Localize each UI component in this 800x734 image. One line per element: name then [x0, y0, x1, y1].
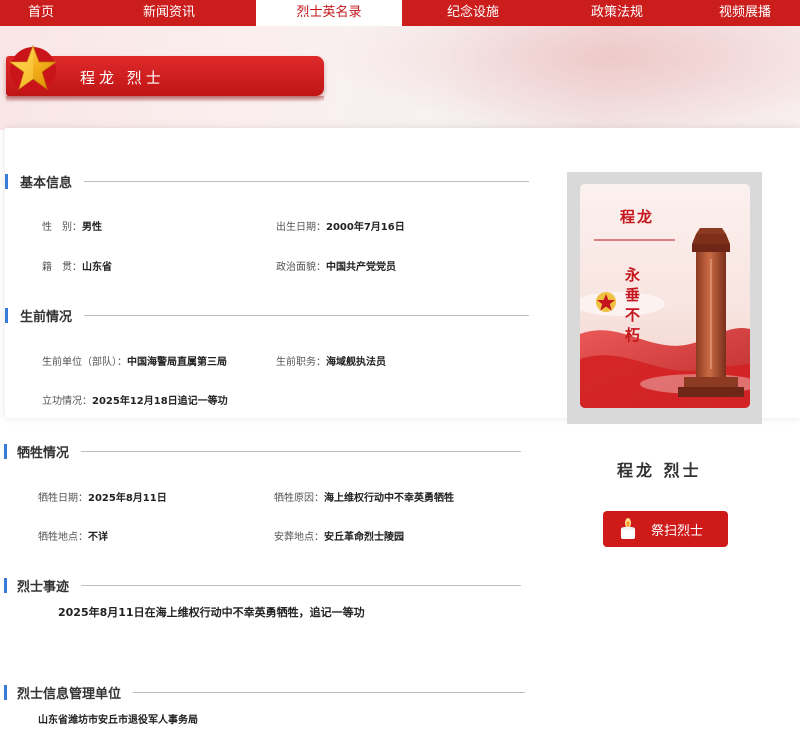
nav-home[interactable]: 首页 — [0, 0, 82, 26]
field-sacrifice-place: 牺牲地点：不详 — [38, 528, 108, 543]
field-gender: 性 别：男性 — [42, 218, 102, 233]
banner-background-wash — [330, 26, 800, 130]
field-value: 海上维权行动中不幸英勇牺牲 — [324, 493, 454, 504]
section-marker — [5, 174, 8, 189]
field-value: 不详 — [88, 532, 108, 543]
martyr-name: 程龙 烈士 — [617, 461, 702, 480]
tribute-button[interactable]: 祭扫烈士 — [603, 511, 728, 547]
photo-motto-1: 永 — [625, 266, 641, 284]
section-title: 生前情况 — [20, 310, 73, 325]
nav-martyrs-list[interactable]: 烈士英名录 — [256, 0, 402, 26]
field-birth-date: 出生日期：2000年7月16日 — [276, 218, 405, 233]
section-title: 烈士事迹 — [17, 580, 70, 595]
photo-name: 程龙 — [620, 208, 655, 226]
field-native-place: 籍 贯：山东省 — [42, 258, 112, 273]
nav-memorial-facilities[interactable]: 纪念设施 — [402, 0, 544, 26]
field-position: 生前职务：海域舰执法员 — [276, 353, 386, 368]
field-label: 政治面貌： — [276, 262, 326, 273]
field-political-status: 政治面貌：中国共产党党员 — [276, 258, 396, 273]
nav-news[interactable]: 新闻资讯 — [82, 0, 256, 26]
field-label: 生前单位（部队）： — [42, 357, 127, 368]
photo-motto-2: 垂 — [625, 286, 641, 304]
field-value: 海域舰执法员 — [326, 357, 386, 368]
tribute-button-label: 祭扫烈士 — [651, 523, 704, 539]
field-unit: 生前单位（部队）：中国海警局直属第三局 — [42, 353, 227, 368]
section-marker — [4, 685, 7, 700]
candle-icon — [621, 518, 635, 539]
section-life-before: 生前情况 — [5, 306, 530, 325]
field-value: 男性 — [82, 222, 102, 233]
field-merit: 立功情况：2025年12月18日追记一等功 — [42, 392, 228, 407]
field-label: 立功情况： — [42, 396, 92, 407]
field-sacrifice-cause: 牺牲原因：海上维权行动中不幸英勇牺牲 — [274, 489, 454, 504]
field-value: 中国海警局直属第三局 — [127, 357, 227, 368]
field-label: 牺牲地点： — [38, 532, 88, 543]
section-divider — [133, 692, 526, 693]
section-marker — [5, 308, 8, 323]
section-sacrifice: 牺牲情况 — [4, 442, 522, 461]
header-banner: 程龙 烈士 — [0, 26, 800, 130]
field-value: 安丘革命烈士陵园 — [324, 532, 404, 543]
section-marker — [4, 578, 7, 593]
section-management: 烈士信息管理单位 — [4, 683, 526, 702]
nav-policies[interactable]: 政策法规 — [544, 0, 690, 26]
martyr-photo: 程龙 永 垂 不 朽 — [580, 184, 750, 408]
section-divider — [84, 181, 530, 182]
field-label: 籍 贯： — [42, 262, 82, 273]
field-label: 生前职务： — [276, 357, 326, 368]
section-divider — [81, 451, 522, 452]
section-divider — [84, 315, 530, 316]
section-marker — [4, 444, 7, 459]
star-icon — [8, 44, 58, 93]
section-title: 烈士信息管理单位 — [17, 687, 122, 702]
management-unit: 山东省潍坊市安丘市退役军人事务局 — [38, 715, 198, 726]
deeds-text: 2025年8月11日在海上维权行动中不幸英勇牺牲，追记一等功 — [58, 606, 365, 619]
photo-motto-3: 不 — [625, 306, 641, 324]
field-sacrifice-date: 牺牲日期：2025年8月11日 — [38, 489, 167, 504]
page-title: 程龙 烈士 — [80, 69, 165, 87]
field-label: 安葬地点： — [274, 532, 324, 543]
field-value: 山东省 — [82, 262, 112, 273]
field-value: 2000年7月16日 — [326, 222, 405, 233]
field-label: 性 别： — [42, 222, 82, 233]
nav-videos[interactable]: 视频展播 — [690, 0, 800, 26]
photo-motto-4: 朽 — [625, 326, 641, 344]
section-basic-info: 基本信息 — [5, 172, 530, 191]
field-value: 2025年12月18日追记一等功 — [92, 396, 228, 407]
field-label: 牺牲原因： — [274, 493, 324, 504]
section-deeds: 烈士事迹 — [4, 576, 522, 595]
field-value: 2025年8月11日 — [88, 493, 167, 504]
memorial-illustration — [580, 228, 750, 408]
top-nav: 首页 新闻资讯 烈士英名录 纪念设施 政策法规 视频展播 — [0, 0, 800, 26]
field-label: 出生日期： — [276, 222, 326, 233]
field-value: 中国共产党党员 — [326, 262, 396, 273]
section-divider — [81, 585, 522, 586]
section-title: 基本信息 — [20, 176, 73, 191]
section-title: 牺牲情况 — [17, 446, 70, 461]
field-burial-place: 安葬地点：安丘革命烈士陵园 — [274, 528, 404, 543]
field-label: 牺牲日期： — [38, 493, 88, 504]
